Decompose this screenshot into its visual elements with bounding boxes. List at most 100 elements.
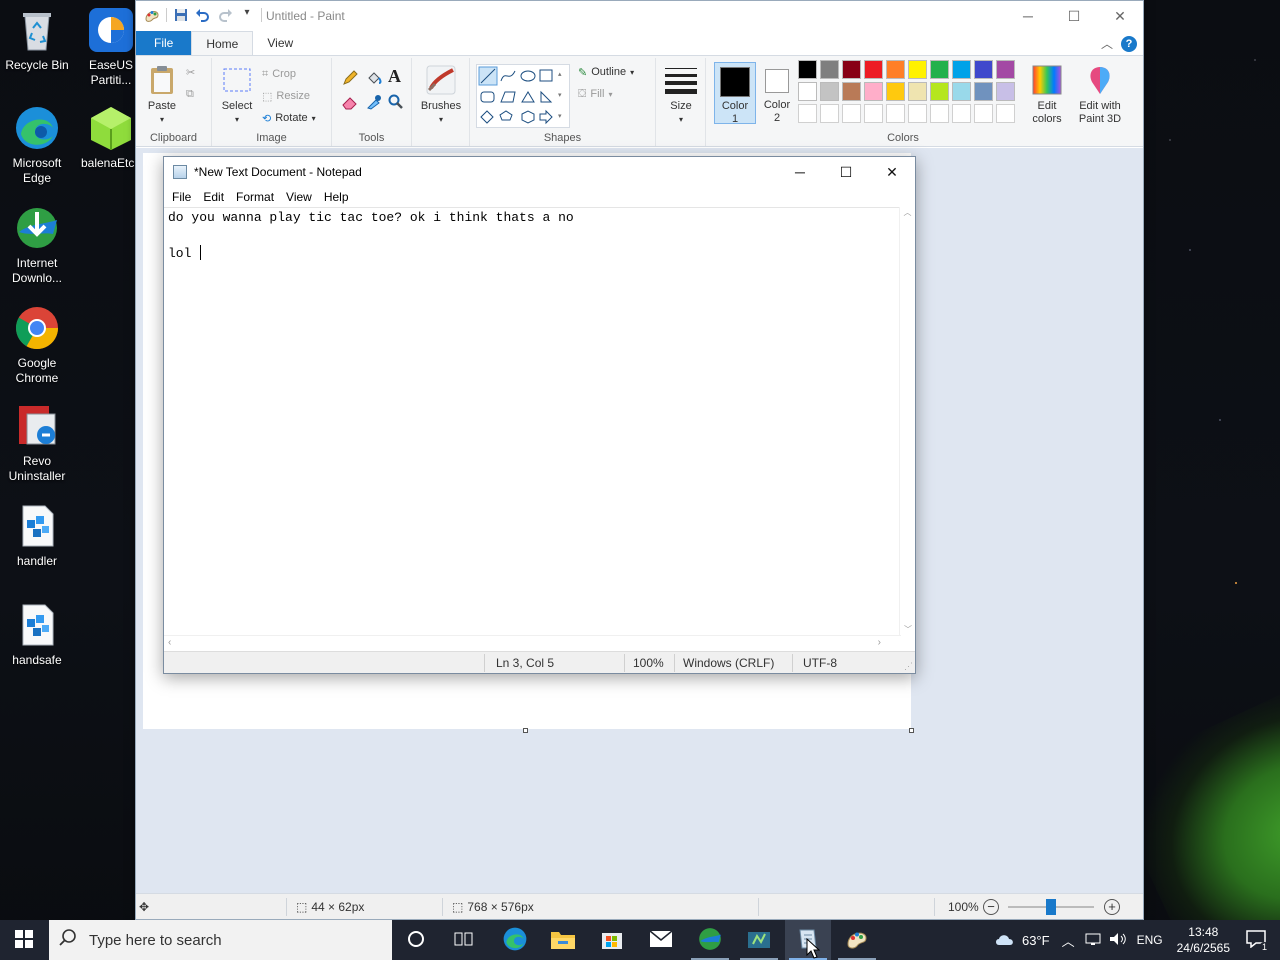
palette-swatch[interactable] <box>886 82 905 101</box>
taskbar-idm[interactable] <box>687 920 733 960</box>
network-icon[interactable] <box>1085 932 1101 949</box>
cut-button[interactable]: ✂ <box>186 62 195 82</box>
palette-swatch[interactable] <box>996 104 1015 123</box>
zoom-out-button[interactable]: − <box>983 899 999 915</box>
scroll-left-icon[interactable]: ‹ <box>168 637 171 648</box>
vertical-scrollbar[interactable]: ︿ ﹀ <box>899 207 915 635</box>
pencil-icon[interactable] <box>342 70 358 89</box>
rotate-button[interactable]: ⟲ Rotate ▾ <box>262 108 316 128</box>
paste-button[interactable]: Paste ▾ <box>144 62 180 126</box>
palette-swatch[interactable] <box>974 82 993 101</box>
redo-icon[interactable] <box>217 7 233 23</box>
customize-qat-icon[interactable]: ▾ <box>239 7 255 23</box>
palette-swatch[interactable] <box>864 82 883 101</box>
palette-swatch[interactable] <box>908 104 927 123</box>
weather-temp[interactable]: 63°F <box>1022 933 1050 948</box>
desktop-icon-internet-download-manager[interactable]: Internet Downlo... <box>0 204 74 286</box>
notepad-maximize-button[interactable]: ☐ <box>823 157 869 187</box>
scroll-down-icon[interactable]: ﹀ <box>900 624 916 635</box>
tab-file[interactable]: File <box>136 31 192 55</box>
palette-swatch[interactable] <box>974 60 993 79</box>
desktop-icon-handler[interactable]: handler <box>0 502 74 569</box>
zoom-slider-thumb[interactable] <box>1046 899 1056 915</box>
notepad-text-area[interactable]: do you wanna play tic tac toe? ok i thin… <box>164 207 901 635</box>
minimize-button[interactable]: ─ <box>1005 1 1051 31</box>
edit-paint3d-button[interactable]: Edit with Paint 3D <box>1068 62 1132 126</box>
resize-grip-icon[interactable]: ⋰ <box>904 661 913 672</box>
menu-view[interactable]: View <box>280 187 318 207</box>
clock[interactable]: 13:48 24/6/2565 <box>1177 924 1230 956</box>
palette-swatch[interactable] <box>820 104 839 123</box>
weather-icon[interactable] <box>994 931 1016 950</box>
notepad-close-button[interactable]: ✕ <box>869 157 915 187</box>
palette-swatch[interactable] <box>842 82 861 101</box>
taskbar-edge[interactable] <box>492 920 538 960</box>
desktop-icon-revo-uninstaller[interactable]: Revo Uninstaller <box>0 402 74 484</box>
canvas-resize-handle-corner[interactable] <box>909 728 914 733</box>
palette-swatch[interactable] <box>820 60 839 79</box>
palette-swatch[interactable] <box>952 104 971 123</box>
eraser-icon[interactable] <box>342 94 358 113</box>
color1-button[interactable]: Color 1 <box>714 62 756 125</box>
palette-swatch[interactable] <box>798 104 817 123</box>
resize-button[interactable]: ⬚ Resize <box>262 86 310 106</box>
palette-swatch[interactable] <box>842 60 861 79</box>
menu-help[interactable]: Help <box>318 187 355 207</box>
fill-icon[interactable] <box>366 70 382 89</box>
collapse-ribbon-icon[interactable]: ︿ <box>1101 35 1113 52</box>
taskbar-mail[interactable] <box>638 920 684 960</box>
start-button[interactable] <box>0 920 48 960</box>
palette-swatch[interactable] <box>930 82 949 101</box>
scroll-right-icon[interactable]: › <box>878 637 881 648</box>
desktop-icon-edge[interactable]: Microsoft Edge <box>0 104 74 186</box>
shapes-scroll[interactable]: ▴ ▾ ▾ <box>558 64 568 127</box>
taskbar-paint[interactable] <box>834 920 880 960</box>
palette-swatch[interactable] <box>798 82 817 101</box>
palette-swatch[interactable] <box>908 60 927 79</box>
color-picker-icon[interactable] <box>366 94 382 113</box>
palette-swatch[interactable] <box>996 82 1015 101</box>
palette-swatch[interactable] <box>930 104 949 123</box>
taskbar-app[interactable] <box>736 920 782 960</box>
desktop-icon-handsafe[interactable]: handsafe <box>0 601 74 668</box>
color2-button[interactable]: Color 2 <box>756 62 798 124</box>
desktop-icon-chrome[interactable]: Google Chrome <box>0 304 74 386</box>
palette-swatch[interactable] <box>886 60 905 79</box>
copy-button[interactable]: ⧉ <box>186 84 194 104</box>
tab-view[interactable]: View <box>253 31 307 55</box>
outline-button[interactable]: ✎ Outline ▾ <box>578 62 634 82</box>
taskbar-search[interactable]: Type here to search <box>49 920 392 960</box>
paint-app-icon[interactable] <box>144 7 160 23</box>
palette-swatch[interactable] <box>798 60 817 79</box>
text-icon[interactable]: A <box>388 66 401 87</box>
taskbar-file-explorer[interactable] <box>540 920 586 960</box>
horizontal-scrollbar[interactable]: ‹ › <box>164 635 901 651</box>
palette-swatch[interactable] <box>952 82 971 101</box>
palette-swatch[interactable] <box>996 60 1015 79</box>
palette-swatch[interactable] <box>864 104 883 123</box>
undo-icon[interactable] <box>195 7 211 23</box>
task-view-button[interactable] <box>442 920 486 960</box>
select-button[interactable]: Select ▾ <box>218 62 256 126</box>
palette-swatch[interactable] <box>864 60 883 79</box>
palette-swatch[interactable] <box>930 60 949 79</box>
desktop-icon-recycle-bin[interactable]: Recycle Bin <box>0 6 74 73</box>
menu-edit[interactable]: Edit <box>197 187 230 207</box>
size-button[interactable]: Size ▾ <box>662 62 700 126</box>
fill-button[interactable]: ⛋ Fill ▾ <box>578 84 612 104</box>
palette-swatch[interactable] <box>842 104 861 123</box>
close-button[interactable]: ✕ <box>1097 1 1143 31</box>
palette-swatch[interactable] <box>952 60 971 79</box>
zoom-in-button[interactable]: + <box>1104 899 1120 915</box>
palette-swatch[interactable] <box>974 104 993 123</box>
palette-swatch[interactable] <box>908 82 927 101</box>
help-icon[interactable]: ? <box>1121 35 1137 52</box>
menu-file[interactable]: File <box>166 187 197 207</box>
palette-swatch[interactable] <box>820 82 839 101</box>
magnifier-icon[interactable] <box>388 94 404 113</box>
chevron-up-icon[interactable]: ︿ <box>1062 931 1075 950</box>
save-icon[interactable] <box>173 7 189 23</box>
scroll-up-icon[interactable]: ︿ <box>900 207 915 218</box>
notification-center-icon[interactable]: 1 <box>1246 929 1270 953</box>
notepad-minimize-button[interactable]: ─ <box>777 157 823 187</box>
